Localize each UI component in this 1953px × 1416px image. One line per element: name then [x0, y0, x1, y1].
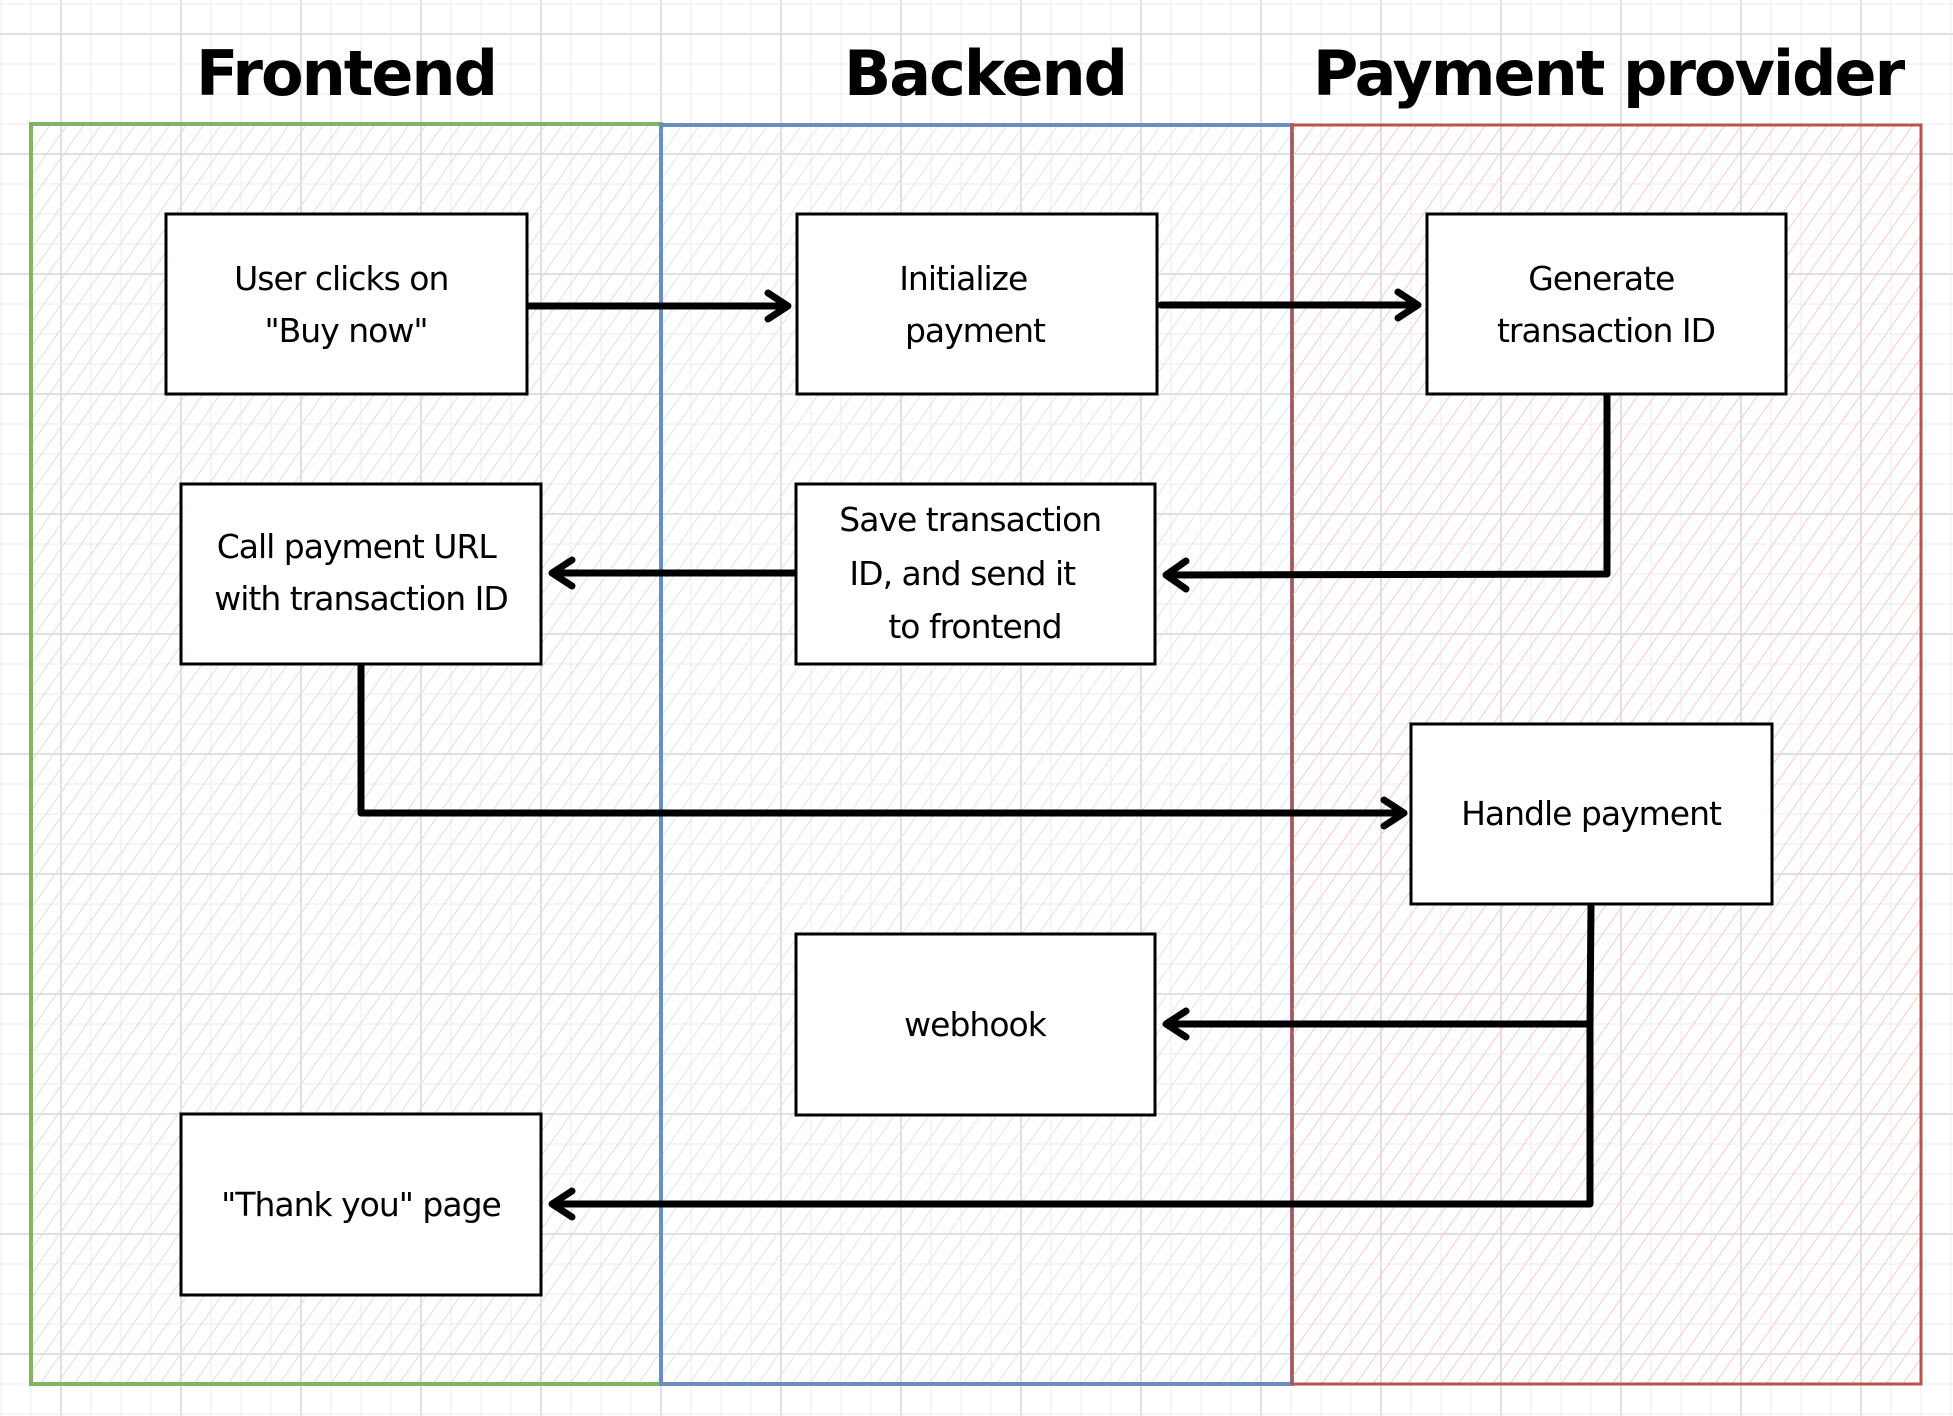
lane-title-backend: Backend: [844, 37, 1126, 110]
node-handle-payment[interactable]: Handle payment: [1409, 722, 1774, 906]
node-call-payment-url[interactable]: Call payment URL with transaction ID: [179, 482, 543, 666]
node-thank-you-page[interactable]: "Thank you" page: [179, 1112, 543, 1297]
node-label-line: "Thank you" page: [221, 1185, 501, 1224]
diagram-canvas: Frontend Backend Payment provider User c…: [0, 0, 1953, 1416]
node-label-line: to frontend: [888, 607, 1061, 646]
node-webhook[interactable]: webhook: [794, 932, 1157, 1117]
node-label-line: payment: [905, 311, 1046, 350]
node-label-line: Generate: [1528, 259, 1674, 298]
node-generate-transaction-id[interactable]: Generate transaction ID: [1425, 212, 1788, 396]
node-user-clicks-buy-now[interactable]: User clicks on "Buy now": [164, 212, 529, 396]
svg-text:Handle payment: Handle payment: [1461, 794, 1722, 833]
node-label-line: webhook: [904, 1005, 1048, 1044]
node-save-transaction-id[interactable]: Save transaction ID, and send it to fron…: [794, 482, 1157, 666]
svg-text:"Thank you" page: "Thank you" page: [221, 1185, 501, 1224]
node-initialize-payment[interactable]: Initialize payment: [795, 212, 1159, 396]
node-label-line: Call payment URL: [217, 527, 498, 566]
lane-title-frontend: Frontend: [196, 37, 496, 110]
node-label-line: Save transaction: [839, 500, 1101, 539]
lane-title-payment-provider: Payment provider: [1313, 37, 1906, 110]
node-label-line: "Buy now": [264, 311, 427, 350]
node-label-line: Initialize: [899, 259, 1027, 298]
node-label-line: with transaction ID: [214, 579, 508, 618]
node-label-line: transaction ID: [1497, 311, 1715, 350]
svg-text:webhook: webhook: [904, 1005, 1048, 1044]
node-label-line: User clicks on: [234, 259, 448, 298]
node-label-line: ID, and send it: [849, 554, 1076, 593]
node-label-line: Handle payment: [1461, 794, 1722, 833]
